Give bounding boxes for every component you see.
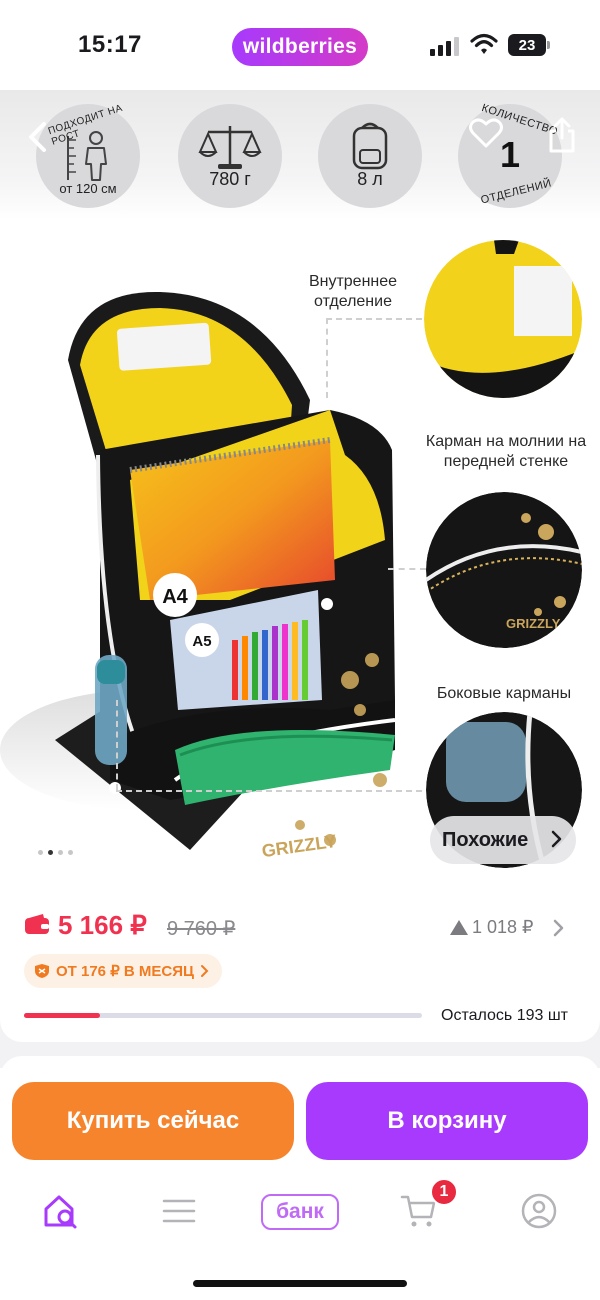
battery-cap <box>547 41 550 49</box>
tab-home-search[interactable] <box>40 1190 82 1232</box>
weight-badge: 780 г <box>178 104 282 208</box>
menu-icon <box>162 1199 196 1223</box>
home-search-icon <box>44 1195 77 1229</box>
feature-strip: ПОДХОДИТ НА РОСТ от 120 см 780 г 8 л КОЛ… <box>0 90 600 220</box>
zoom-inner-compartment <box>424 240 582 398</box>
volume-value: 8 л <box>357 169 383 189</box>
buy-now-button[interactable]: Купить сейчас <box>12 1082 294 1160</box>
callout-zipper-pocket: Карман на молнии на передней стенке <box>425 433 587 470</box>
battery-icon: 23 <box>508 34 550 56</box>
callout-side-pockets: Боковые карманы <box>436 685 572 702</box>
price-card: 5 166 ₽ 9 760 ₽ 1 018 ₽ ОТ 176 ₽ В МЕСЯЦ… <box>0 880 600 1042</box>
home-indicator <box>193 1280 407 1287</box>
add-to-cart-button[interactable]: В корзину <box>306 1082 588 1160</box>
slide-dot <box>68 850 73 855</box>
stock-remaining: Осталось 193 шт <box>441 1007 568 1024</box>
installment-shield-icon <box>35 964 49 978</box>
bottom-panel: Купить сейчас В корзину банк 1 <box>0 1068 600 1300</box>
backpack-icon <box>352 122 388 170</box>
battery-level: 23 <box>508 34 546 56</box>
heart-icon[interactable] <box>468 116 504 150</box>
similar-button[interactable]: Похожие <box>430 816 576 864</box>
price-drop-triangle-icon <box>450 920 468 935</box>
stock-progress-bar <box>24 1013 422 1018</box>
chevron-right-icon <box>200 965 209 977</box>
volume-badge: 8 л <box>318 104 422 208</box>
back-arrow-icon[interactable] <box>24 120 54 154</box>
cellular-signal-icon <box>430 37 459 56</box>
cart-count-badge: 1 <box>430 1178 458 1206</box>
compartments-label-bottom: ОТДЕЛЕНИЙ <box>479 177 553 207</box>
old-price: 9 760 ₽ <box>167 918 236 940</box>
leader-line-side <box>116 790 422 792</box>
installment-badge[interactable]: ОТ 176 ₽ В МЕСЯЦ <box>24 954 222 988</box>
leader-line-side-v <box>116 700 118 790</box>
chevron-right-icon <box>551 830 562 848</box>
status-bar: 15:17 wildberries 23 <box>0 0 600 90</box>
current-price: 5 166 ₽ <box>58 910 147 940</box>
share-icon[interactable] <box>546 116 578 154</box>
a5-label: A5 <box>192 633 211 650</box>
zoom-zipper-pocket: GRIZZLY <box>426 492 582 648</box>
slide-indicator <box>38 850 73 855</box>
slide-dot <box>58 850 63 855</box>
leader-line-zipper <box>388 568 426 570</box>
callout-inner-compartment: Внутреннее отделение <box>308 273 398 310</box>
similar-label: Похожие <box>442 828 529 851</box>
tab-profile[interactable] <box>518 1190 560 1232</box>
installment-text: ОТ 176 ₽ В МЕСЯЦ <box>56 963 194 980</box>
status-time: 15:17 <box>78 31 142 58</box>
product-gallery[interactable]: ПОДХОДИТ НА РОСТ от 120 см 780 г 8 л КОЛ… <box>0 90 600 880</box>
a4-label: A4 <box>162 586 188 608</box>
slide-dot-active <box>48 850 53 855</box>
brand-logo: wildberries <box>232 28 368 66</box>
stock-progress-fill <box>24 1013 100 1018</box>
profile-icon <box>521 1193 557 1229</box>
wifi-icon <box>470 33 498 54</box>
weight-value: 780 г <box>209 169 251 189</box>
grizzly-logo: GRIZZLY <box>260 831 337 861</box>
scales-icon <box>198 126 262 169</box>
price-drop-value: 1 018 ₽ <box>472 917 534 937</box>
zoom-brand-logo: GRIZZLY <box>506 616 561 631</box>
height-value: от 120 см <box>59 181 117 196</box>
wallet-icon <box>25 914 49 934</box>
tab-bank[interactable]: банк <box>261 1194 339 1230</box>
leader-line-inner-v <box>326 318 328 398</box>
tab-catalog[interactable] <box>158 1190 200 1232</box>
slide-dot <box>38 850 43 855</box>
leader-line-inner <box>326 318 422 320</box>
price-drop[interactable]: 1 018 ₽ <box>450 917 534 938</box>
chevron-right-icon[interactable] <box>552 918 564 938</box>
